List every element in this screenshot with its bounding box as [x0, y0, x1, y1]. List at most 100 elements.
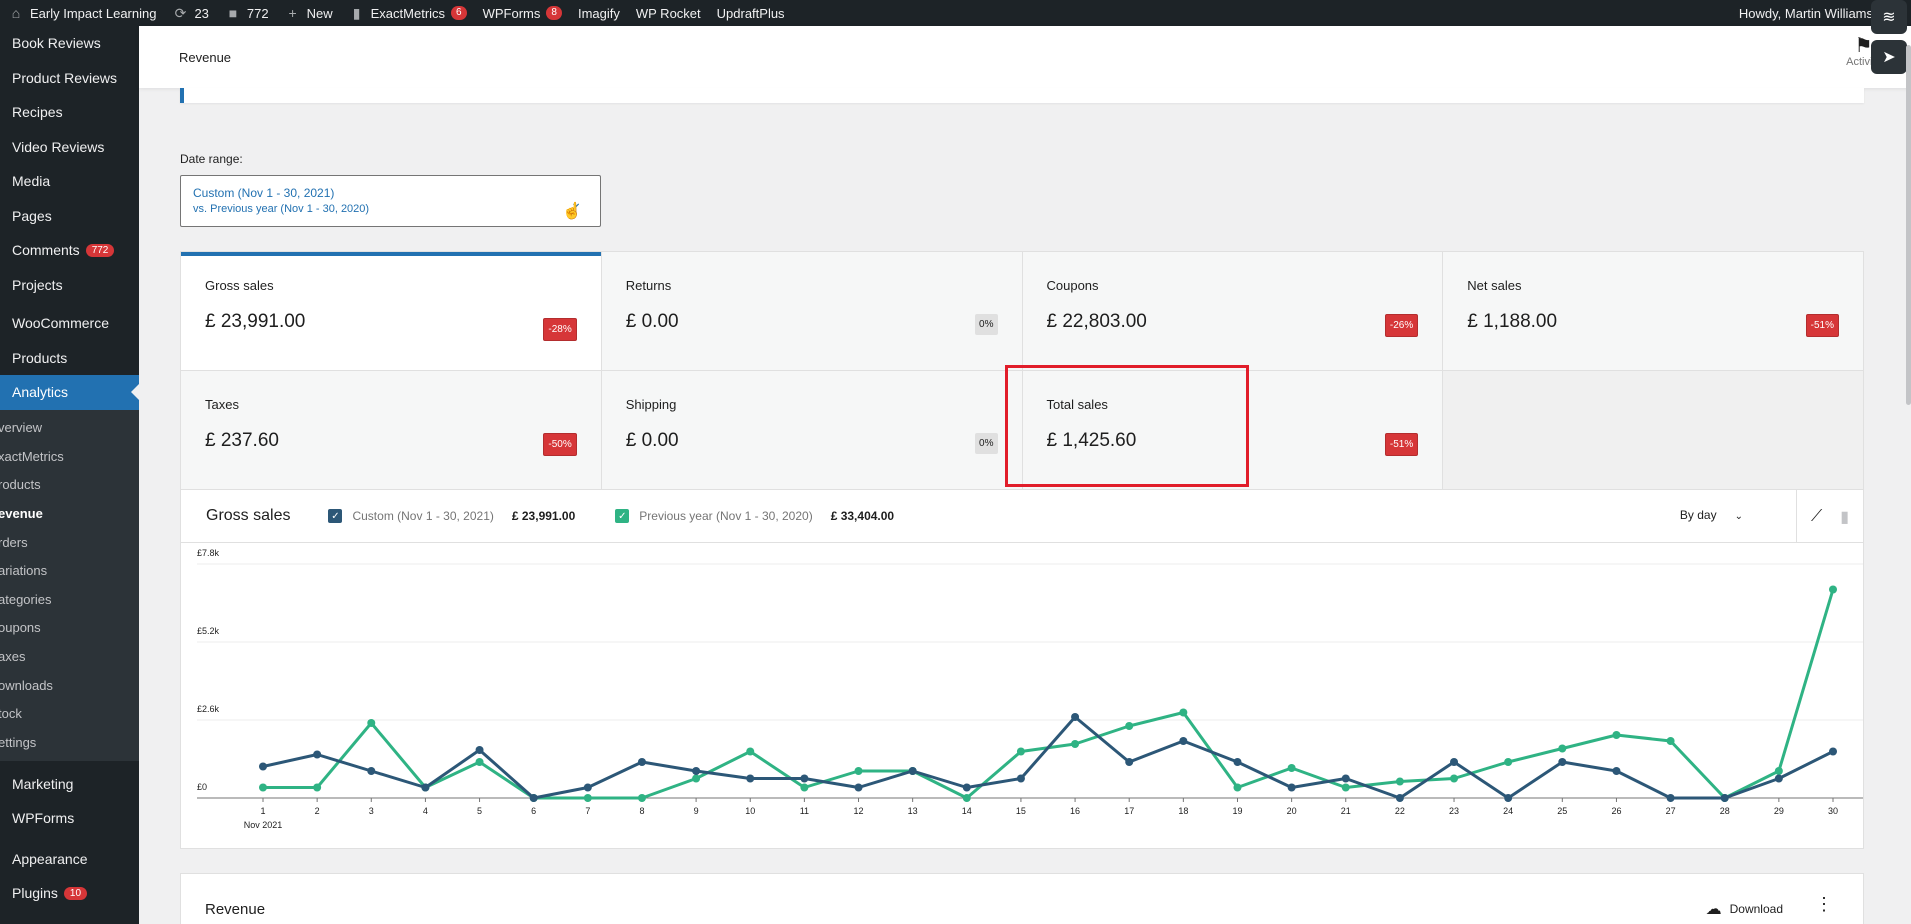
menu-icon [0, 175, 4, 187]
menu-icon [0, 317, 4, 329]
page-scrollbar[interactable] [1906, 45, 1911, 405]
legend-current[interactable]: ✓ Custom (Nov 1 - 30, 2021) £ 23,991.00 [328, 509, 575, 523]
data-point [421, 783, 430, 792]
data-point [475, 746, 484, 754]
wpforms-link[interactable]: WPForms 8 [475, 0, 570, 26]
data-point [1504, 758, 1513, 766]
sidebar-item-media[interactable]: Media [0, 164, 139, 199]
submenu-item[interactable]: evenue [0, 499, 139, 528]
x-tick-label: 22 [1395, 806, 1405, 816]
data-point [1016, 747, 1025, 756]
line-chart-icon[interactable]: ⟋ [1811, 508, 1822, 526]
count-badge: 10 [63, 886, 88, 900]
sidebar-item-woocommerce[interactable]: WooCommerce [0, 306, 139, 341]
data-point [1450, 774, 1459, 783]
sidebar-item-products[interactable]: Products [0, 341, 139, 376]
summary-card-shipping[interactable]: Shipping £ 0.00 0% [601, 371, 1022, 491]
data-point [746, 747, 755, 756]
sidebar-item-recipes[interactable]: Recipes [0, 95, 139, 130]
more-options-icon[interactable]: ⋮ [1815, 894, 1833, 915]
summary-card-coupons[interactable]: Coupons £ 22,803.00 -26% [1022, 252, 1443, 370]
sidebar-item-product-reviews[interactable]: Product Reviews [0, 61, 139, 96]
updraftplus-link[interactable]: UpdraftPlus [709, 0, 793, 26]
delta-badge: 0% [975, 433, 998, 454]
data-point [1179, 737, 1188, 745]
menu-icon [0, 887, 4, 899]
data-point [313, 750, 322, 759]
sidebar-item-book-reviews[interactable]: Book Reviews [0, 26, 139, 61]
wp-rocket-link[interactable]: WP Rocket [628, 0, 709, 26]
interval-select[interactable]: By day ⌄ [1680, 508, 1743, 522]
checkbox-icon[interactable]: ✓ [328, 509, 343, 523]
layers-icon[interactable]: ≋ [1871, 0, 1907, 34]
comments-link[interactable]: ■ 772 [217, 0, 277, 26]
submenu-item[interactable]: ownloads [0, 671, 139, 700]
sidebar-item-wpforms[interactable]: WPForms [0, 801, 139, 836]
download-button[interactable]: ☁ Download [1706, 899, 1783, 919]
menu-icon [0, 352, 4, 364]
sidebar-item-projects[interactable]: Projects [0, 268, 139, 303]
home-icon: ⌂ [11, 5, 21, 21]
submenu-item[interactable]: ategories [0, 585, 139, 614]
submenu-item[interactable]: ariations [0, 556, 139, 585]
revenue-table-panel: Revenue ☁ Download ⋮ [180, 873, 1864, 924]
data-point [692, 767, 701, 775]
new-content-link[interactable]: + New [277, 0, 341, 26]
gross-sales-line-chart: £0£2.6k£5.2k£7.8k1 2 3 4 5 6 7 8 9 10 11 12 13 14 15 16… [197, 548, 1863, 830]
x-tick-label: 24 [1503, 806, 1513, 816]
updates-link[interactable]: ⟳ 23 [164, 0, 216, 26]
summary-card-total-sales[interactable]: Total sales £ 1,425.60 -51% [1022, 371, 1443, 491]
submenu-item[interactable]: roducts [0, 471, 139, 500]
cloud-download-icon: ☁ [1705, 901, 1722, 918]
x-tick-label: 3 [369, 806, 374, 816]
data-point [259, 762, 267, 771]
submenu-item[interactable]: rders [0, 528, 139, 557]
submenu-item[interactable]: tock [0, 699, 139, 728]
y-tick-label: £7.8k [197, 548, 220, 558]
site-name-link[interactable]: ⌂ Early Impact Learning [0, 0, 164, 26]
sidebar-item-video-reviews[interactable]: Video Reviews [0, 130, 139, 165]
summary-card-gross-sales[interactable]: Gross sales £ 23,991.00 -28% [181, 252, 601, 370]
exactmetrics-badge: 6 [451, 6, 467, 20]
data-point [1612, 731, 1621, 739]
x-tick-label: 11 [800, 806, 809, 816]
summary-card-net-sales[interactable]: Net sales £ 1,188.00 -51% [1443, 252, 1863, 370]
send-icon[interactable]: ➤ [1871, 40, 1907, 74]
submenu-item[interactable]: verview [0, 414, 139, 443]
x-tick-label: 30 [1828, 806, 1838, 816]
checkbox-icon[interactable]: ✓ [615, 509, 630, 523]
submenu-item[interactable]: oupons [0, 614, 139, 643]
exactmetrics-link[interactable]: ▮ ExactMetrics 6 [341, 0, 475, 26]
sidebar-item-comments[interactable]: Comments 772 [0, 233, 139, 268]
submenu-item[interactable]: axes [0, 642, 139, 671]
sidebar-item-pages[interactable]: Pages [0, 199, 139, 234]
data-point [637, 758, 646, 766]
summary-card-returns[interactable]: Returns £ 0.00 0% [601, 252, 1022, 370]
x-tick-label: 25 [1557, 806, 1567, 816]
x-tick-sublabel: Nov 2021 [244, 820, 283, 830]
legend-current-total: £ 23,991.00 [511, 509, 576, 523]
sidebar-item-analytics[interactable]: Analytics [0, 375, 139, 410]
submenu-item[interactable]: ettings [0, 728, 139, 757]
sidebar-item-marketing[interactable]: Marketing [0, 767, 139, 802]
summary-card-taxes[interactable]: Taxes £ 237.60 -50% [181, 371, 601, 491]
legend-previous[interactable]: ✓ Previous year (Nov 1 - 30, 2020) £ 33,… [615, 509, 894, 523]
wpforms-badge: 8 [546, 6, 562, 20]
data-point [583, 794, 592, 802]
data-point [259, 783, 267, 792]
data-point [962, 783, 971, 792]
delta-badge: 0% [975, 314, 998, 335]
data-point [1395, 794, 1404, 802]
data-point [692, 774, 701, 783]
sidebar-item-appearance[interactable]: Appearance [0, 842, 139, 877]
imagify-link[interactable]: Imagify [570, 0, 628, 26]
legend-previous-total: £ 33,404.00 [830, 509, 895, 523]
data-point [1071, 740, 1080, 748]
sidebar-item-plugins[interactable]: Plugins 10 [0, 876, 139, 911]
x-tick-label: 23 [1449, 806, 1459, 816]
menu-icon [0, 778, 4, 790]
bar-chart-icon[interactable]: ▮ [1840, 507, 1849, 527]
x-tick-label: 16 [1070, 806, 1080, 816]
date-range-picker[interactable]: Custom (Nov 1 - 30, 2021) vs. Previous y… [180, 175, 601, 227]
submenu-item[interactable]: xactMetrics [0, 442, 139, 471]
